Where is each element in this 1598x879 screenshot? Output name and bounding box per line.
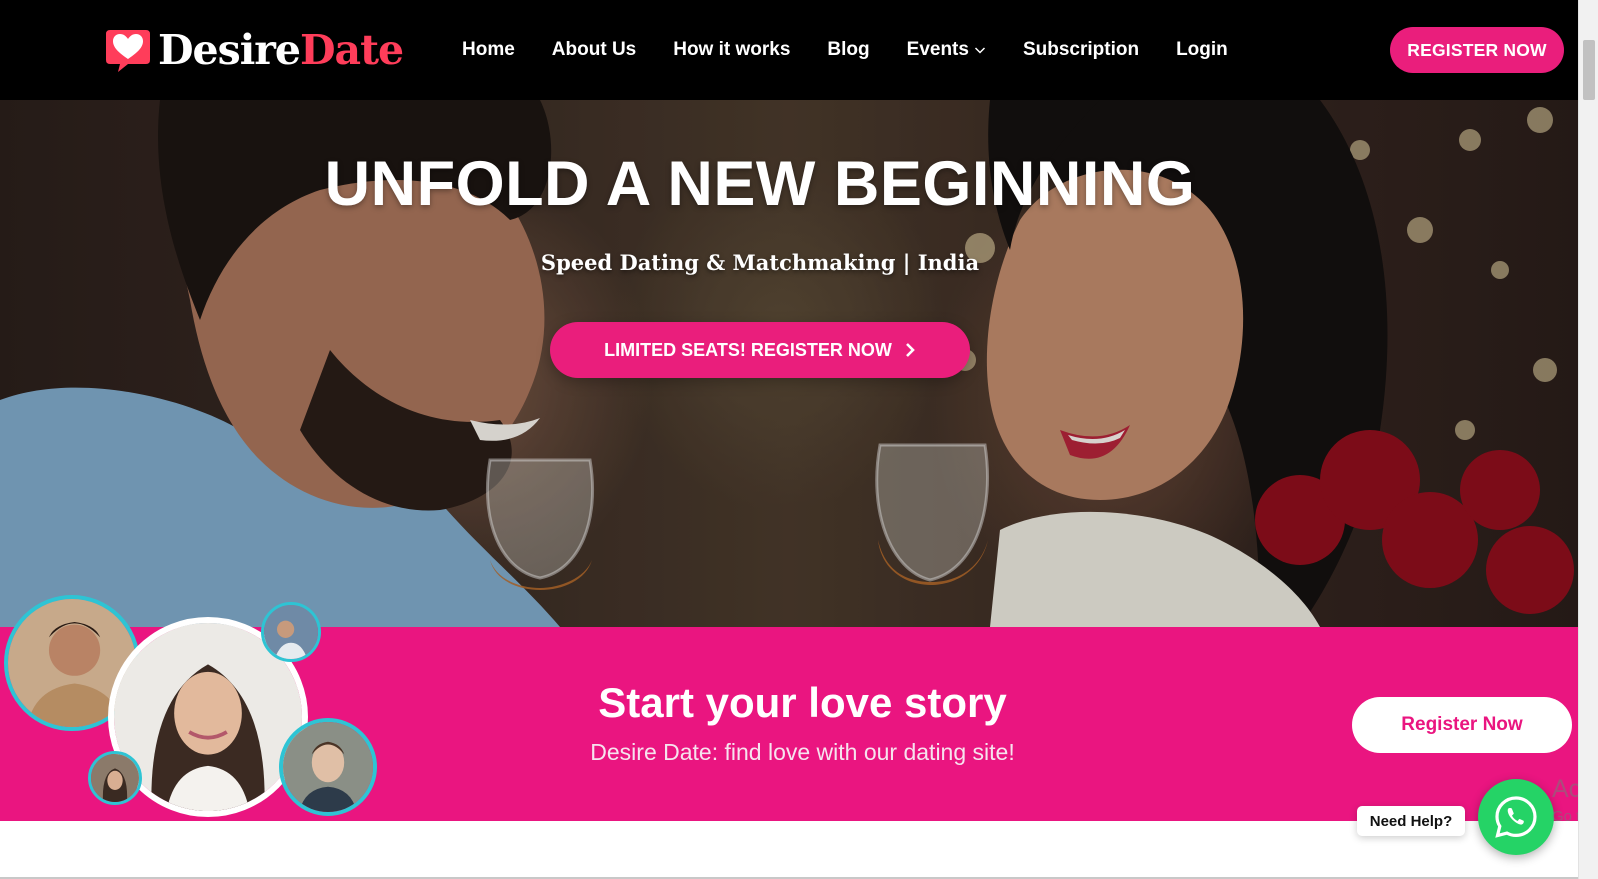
avatar-woman-small (88, 751, 142, 805)
main-nav: Home About Us How it works Blog Events S… (462, 0, 1265, 100)
need-help-label[interactable]: Need Help? (1357, 806, 1465, 836)
nav-about-us[interactable]: About Us (552, 39, 636, 61)
heart-chat-icon (106, 30, 150, 72)
site-header: DesireDate Home About Us How it works Bl… (0, 0, 1578, 100)
nav-events-label: Events (906, 39, 969, 60)
hero-subtitle: Speed Dating & Matchmaking | India (540, 250, 980, 275)
activation-watermark: Activ (1552, 775, 1578, 803)
logo-word-date: Date (299, 26, 404, 74)
site-logo[interactable]: DesireDate (104, 26, 404, 74)
nav-login[interactable]: Login (1176, 39, 1228, 61)
page-scrollbar[interactable] (1578, 0, 1598, 879)
avatar-man-smiling (279, 718, 377, 816)
nav-blog[interactable]: Blog (827, 39, 869, 61)
nav-subscription[interactable]: Subscription (1023, 39, 1139, 61)
scrollbar-thumb[interactable] (1583, 40, 1595, 100)
whatsapp-icon (1495, 796, 1537, 838)
header-register-button[interactable]: REGISTER NOW (1390, 27, 1564, 73)
activation-watermark-sub: Go to (1552, 808, 1578, 825)
hero-register-button[interactable]: LIMITED SEATS! REGISTER NOW (550, 322, 970, 378)
chevron-right-icon (905, 343, 915, 357)
whatsapp-chat-button[interactable] (1478, 779, 1554, 855)
hero-register-label: LIMITED SEATS! REGISTER NOW (604, 339, 892, 360)
nav-how-it-works[interactable]: How it works (673, 39, 790, 61)
nav-home[interactable]: Home (462, 39, 515, 61)
chevron-down-icon (974, 47, 985, 54)
logo-wordmark: DesireDate (158, 26, 404, 74)
avatar-couple-small (261, 602, 321, 662)
band-register-button[interactable]: Register Now (1352, 697, 1572, 753)
logo-word-desire: Desire (158, 26, 301, 74)
hero-section: UNFOLD A NEW BEGINNING Speed Dating & Ma… (0, 100, 1578, 627)
nav-events[interactable]: Events (907, 39, 986, 61)
hero-title: UNFOLD A NEW BEGINNING (324, 149, 1196, 219)
